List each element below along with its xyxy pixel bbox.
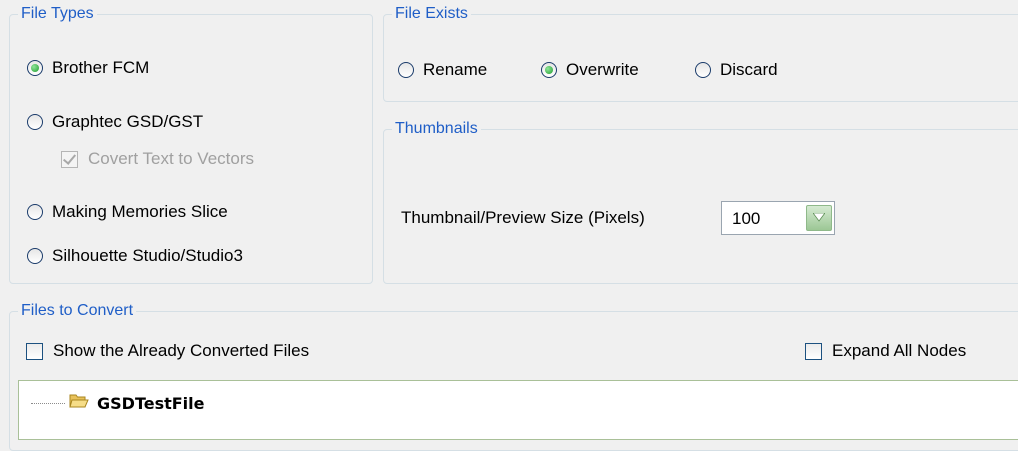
chevron-down-icon[interactable]	[806, 205, 832, 231]
expand-all-checkbox[interactable]: Expand All Nodes	[805, 341, 966, 361]
radio-brother-fcm[interactable]: Brother FCM	[27, 58, 149, 78]
thumbnails-group: Thumbnails	[383, 118, 1018, 284]
radio-discard[interactable]: Discard	[695, 60, 778, 80]
convert-text-checkbox: Covert Text to Vectors	[61, 149, 254, 169]
thumbnail-size-select[interactable]: 100	[721, 201, 835, 235]
radio-icon[interactable]	[27, 248, 43, 264]
files-to-convert-title: Files to Convert	[18, 300, 137, 322]
radio-label: Silhouette Studio/Studio3	[52, 246, 243, 265]
radio-label: Rename	[423, 60, 488, 79]
radio-icon[interactable]	[27, 114, 43, 130]
radio-icon[interactable]	[398, 62, 414, 78]
checkbox-icon[interactable]	[26, 342, 43, 360]
checkbox-label: Show the Already Converted Files	[53, 341, 310, 360]
radio-selected-icon[interactable]	[541, 62, 557, 78]
radio-graphtec[interactable]: Graphtec GSD/GST	[27, 112, 203, 132]
thumbnail-size-value: 100	[732, 209, 761, 228]
radio-silhouette[interactable]: Silhouette Studio/Studio3	[27, 246, 243, 266]
thumbnail-size-label: Thumbnail/Preview Size (Pixels)	[401, 208, 645, 227]
radio-label: Overwrite	[566, 60, 639, 79]
radio-label: Making Memories Slice	[52, 202, 228, 221]
file-types-title: File Types	[18, 3, 97, 25]
file-exists-title: File Exists	[392, 3, 471, 25]
folder-open-icon	[69, 393, 89, 413]
checkbox-label: Covert Text to Vectors	[88, 149, 254, 168]
file-exists-group: File Exists Rename Overwrite Discard	[383, 3, 1018, 102]
radio-label: Discard	[720, 60, 778, 79]
radio-rename[interactable]: Rename	[398, 60, 487, 80]
radio-selected-icon[interactable]	[27, 60, 43, 76]
file-types-group: File Types Brother FCM Graphtec GSD/GST …	[9, 3, 373, 284]
radio-label: Brother FCM	[52, 58, 150, 77]
tree-node[interactable]: GSDTestFile	[31, 393, 205, 413]
radio-icon[interactable]	[695, 62, 711, 78]
radio-making-memories[interactable]: Making Memories Slice	[27, 202, 228, 222]
file-tree[interactable]: GSDTestFile	[18, 380, 1018, 440]
radio-icon[interactable]	[27, 204, 43, 220]
checkbox-checked-icon	[61, 150, 78, 168]
tree-node-label: GSDTestFile	[97, 393, 205, 413]
checkbox-icon[interactable]	[805, 342, 822, 360]
tree-connector	[31, 402, 65, 404]
radio-overwrite[interactable]: Overwrite	[541, 60, 639, 80]
checkbox-label: Expand All Nodes	[832, 341, 967, 360]
thumbnails-title: Thumbnails	[392, 118, 481, 140]
radio-label: Graphtec GSD/GST	[52, 112, 204, 131]
show-converted-checkbox[interactable]: Show the Already Converted Files	[26, 341, 309, 361]
